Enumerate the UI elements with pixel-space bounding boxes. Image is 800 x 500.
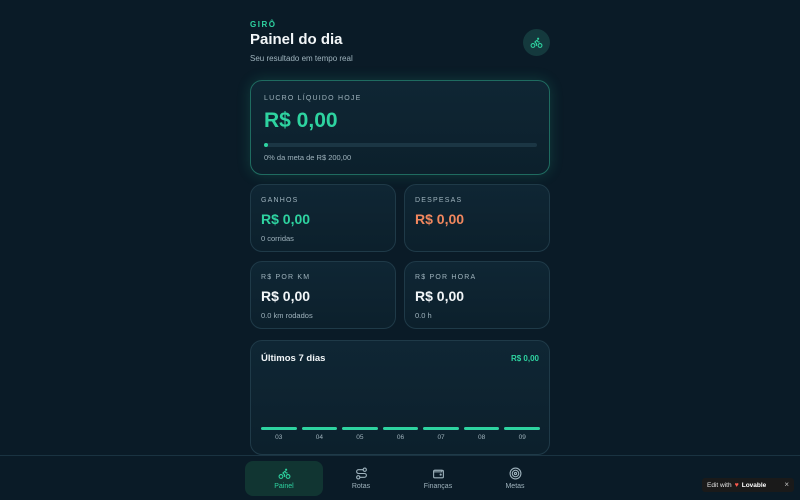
earnings-label: GANHOS: [261, 197, 299, 204]
earnings-card: GANHOS R$ 0,00 0 corridas: [250, 184, 396, 252]
goal-progress-fill: [264, 143, 268, 147]
close-icon[interactable]: ×: [784, 480, 789, 489]
wallet-icon: [432, 469, 444, 479]
chart-title: Últimos 7 dias: [261, 353, 326, 364]
chart-x-label: 06: [396, 434, 405, 441]
chart-bar: [342, 427, 378, 430]
chart-x-label: 03: [275, 434, 283, 441]
badge-prefix: Edit with: [707, 481, 732, 489]
nav-item-label: Rotas: [351, 483, 371, 490]
heart-icon: ♥: [734, 481, 739, 489]
page-subtitle: Seu resultado em tempo real: [250, 54, 353, 63]
nav-item-painel[interactable]: Painel: [245, 461, 323, 496]
page-title: Painel do dia: [250, 31, 343, 48]
last-7-days-chart: Últimos 7 dias R$ 0,00 03 04 05 06 07 08 09: [250, 340, 550, 455]
chart-bars: [261, 427, 540, 430]
bottom-nav: Painel Rotas Finanças Metas: [0, 455, 800, 500]
chart-bar: [463, 427, 500, 430]
chart-x-label: 08: [478, 434, 486, 441]
chart-bar: [423, 427, 459, 430]
expenses-value: R$ 0,00: [415, 211, 465, 227]
badge-brand: Lovable: [741, 481, 767, 489]
bike-button[interactable]: [523, 29, 550, 56]
bike-icon: [278, 468, 290, 479]
target-icon: [509, 467, 521, 480]
per-km-label: R$ POR KM: [261, 274, 311, 281]
chart-x-label: 07: [437, 434, 445, 441]
nav-item-financas[interactable]: Finanças: [399, 461, 477, 496]
per-hour-card: R$ POR HORA R$ 0,00 0.0 h: [404, 261, 550, 329]
nav-item-metas[interactable]: Metas: [476, 461, 554, 496]
chart-x-label: 04: [315, 434, 323, 441]
app-brand: GIRÔ: [250, 20, 277, 29]
dashboard: GIRÔ Painel do dia Seu resultado em temp…: [250, 0, 550, 455]
per-hour-value: R$ 0,00: [415, 288, 465, 304]
earnings-value: R$ 0,00: [261, 211, 311, 227]
net-profit-value: R$ 0,00: [264, 109, 338, 132]
expenses-label: DESPESAS: [415, 197, 463, 204]
chart-x-label: 09: [518, 434, 526, 441]
net-profit-card: LUCRO LÍQUIDO HOJE R$ 0,00 0% da meta de…: [250, 80, 550, 175]
chart-x-label: 05: [356, 434, 364, 441]
chart-total: R$ 0,00: [510, 354, 539, 363]
nav-item-rotas[interactable]: Rotas: [322, 461, 400, 496]
route-icon: [355, 467, 367, 480]
chart-bar: [261, 427, 297, 430]
chart-bar: [382, 427, 419, 430]
net-profit-label: LUCRO LÍQUIDO HOJE: [264, 95, 362, 102]
nav-item-label: Painel: [274, 483, 294, 490]
chart-bar: [504, 427, 540, 430]
per-hour-sub: 0.0 h: [415, 311, 432, 320]
expenses-card: DESPESAS R$ 0,00: [404, 184, 550, 252]
edit-with-lovable-badge[interactable]: Edit with ♥ Lovable ×: [702, 478, 794, 492]
goal-text: 0% da meta de R$ 200,00: [264, 153, 352, 162]
chart-bar: [301, 427, 338, 430]
per-km-card: R$ POR KM R$ 0,00 0.0 km rodados: [250, 261, 396, 329]
nav-item-label: Finanças: [423, 483, 453, 490]
goal-progress-bar: [264, 143, 537, 147]
per-km-value: R$ 0,00: [261, 288, 311, 304]
per-hour-label: R$ POR HORA: [415, 274, 477, 281]
earnings-sub: 0 corridas: [261, 234, 294, 243]
nav-item-label: Metas: [505, 483, 525, 490]
bike-icon: [530, 37, 543, 48]
per-km-sub: 0.0 km rodados: [261, 311, 313, 320]
